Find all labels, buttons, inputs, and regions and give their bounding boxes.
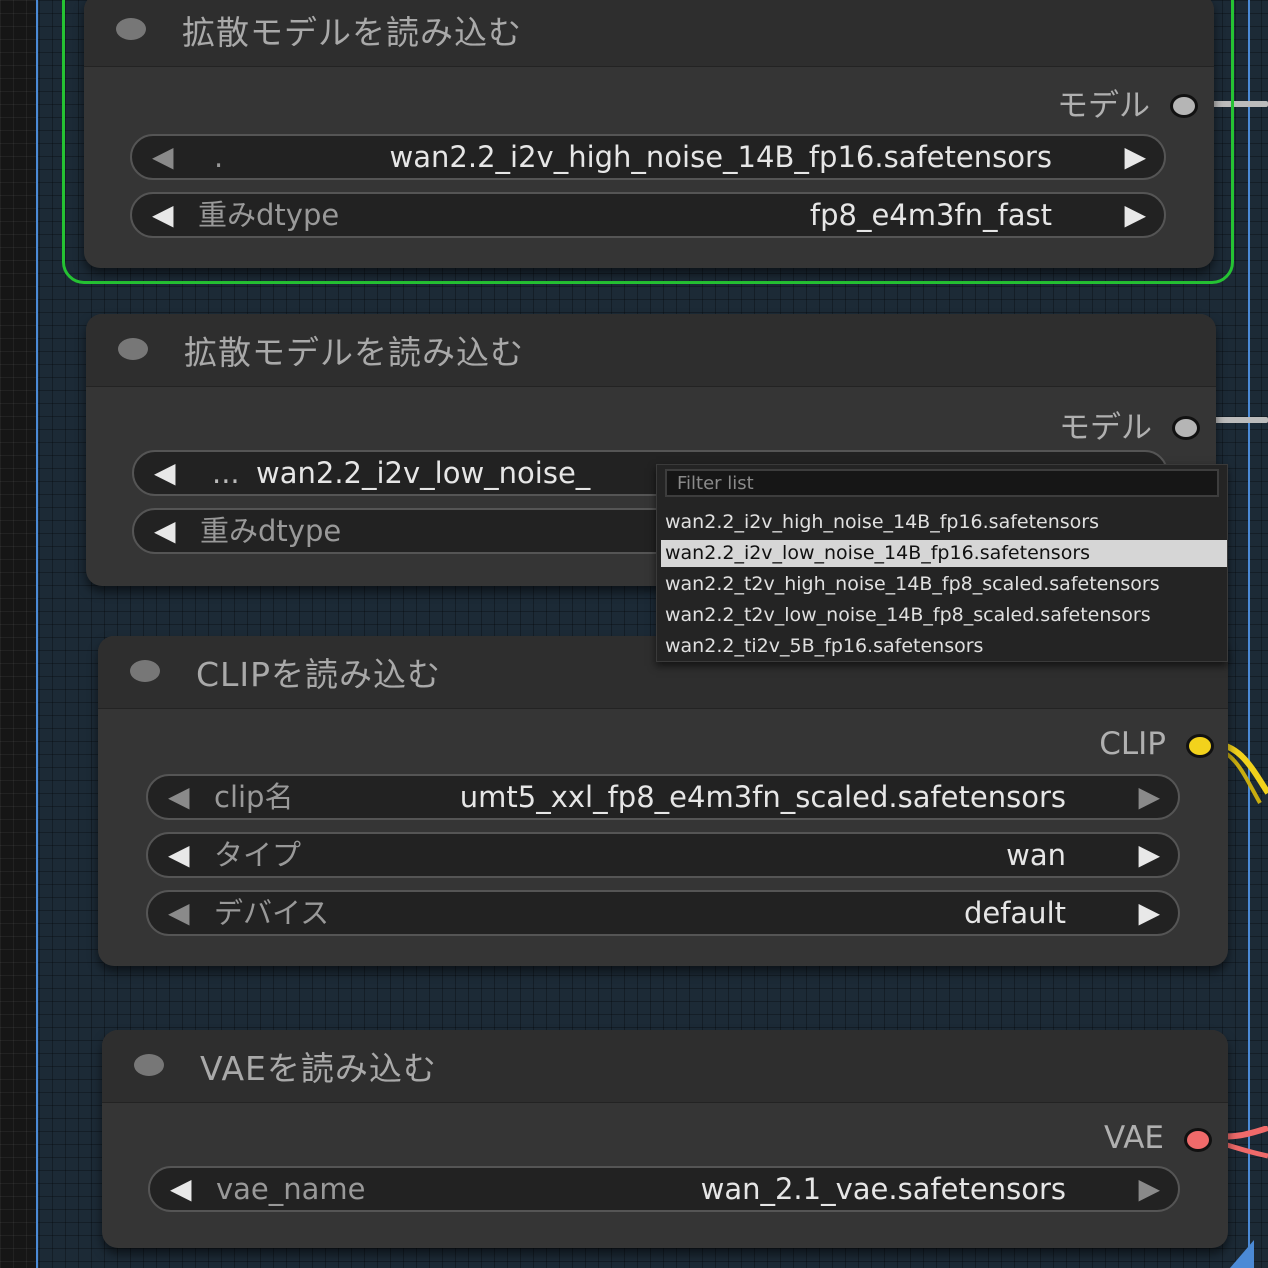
node-title: CLIPを読み込む [196, 655, 442, 694]
node-header[interactable]: VAEを読み込む [102, 1030, 1228, 1103]
dropdown-option-selected[interactable]: wan2.2_i2v_low_noise_14B_fp16.safetensor… [661, 540, 1227, 567]
widget-value: wan [1006, 838, 1066, 872]
node-header[interactable]: 拡散モデルを読み込む [86, 314, 1216, 387]
arrow-right-icon[interactable]: ▶ [1124, 136, 1146, 178]
dropdown-option[interactable]: wan2.2_i2v_high_noise_14B_fp16.safetenso… [661, 509, 1227, 536]
arrow-right-icon[interactable]: ▶ [1138, 834, 1160, 876]
widget-value: wan2.2_i2v_high_noise_14B_fp16.safetenso… [389, 140, 1052, 174]
widget-label: . [214, 140, 224, 174]
collapse-dot-icon[interactable] [130, 660, 160, 682]
group-resize-handle[interactable] [1230, 1240, 1254, 1268]
node-title: 拡散モデルを読み込む [182, 13, 522, 52]
arrow-left-icon[interactable]: ◀ [170, 1168, 192, 1210]
node-title: 拡散モデルを読み込む [184, 333, 524, 372]
output-socket-model[interactable] [1170, 94, 1198, 118]
node-load-diffusion-model-1[interactable]: 拡散モデルを読み込む モデル ◀ . wan2.2_i2v_high_noise… [84, 0, 1214, 268]
collapse-dot-icon[interactable] [118, 338, 148, 360]
widget-value: wan_2.1_vae.safetensors [700, 1172, 1066, 1206]
arrow-left-icon[interactable]: ◀ [152, 194, 174, 236]
arrow-left-icon[interactable]: ◀ [168, 834, 190, 876]
node-header[interactable]: 拡散モデルを読み込む [84, 0, 1214, 67]
group-border-left [36, 0, 38, 1268]
output-label-vae: VAE [1103, 1120, 1164, 1156]
output-socket-vae[interactable] [1184, 1128, 1212, 1152]
collapse-dot-icon[interactable] [116, 18, 146, 40]
widget-model-name[interactable]: ◀ . wan2.2_i2v_high_noise_14B_fp16.safet… [130, 134, 1166, 180]
node-load-vae[interactable]: VAEを読み込む VAE ◀ vae_name wan_2.1_vae.safe… [102, 1030, 1228, 1248]
arrow-right-icon[interactable]: ▶ [1124, 194, 1146, 236]
widget-device[interactable]: ◀ デバイス default ▶ [146, 890, 1180, 936]
node-load-clip[interactable]: CLIPを読み込む CLIP ◀ clip名 umt5_xxl_fp8_e4m3… [98, 636, 1228, 966]
arrow-right-icon[interactable]: ▶ [1138, 892, 1160, 934]
arrow-right-icon[interactable]: ▶ [1138, 776, 1160, 818]
dropdown-option[interactable]: wan2.2_ti2v_5B_fp16.safetensors [661, 633, 1227, 660]
arrow-left-icon[interactable]: ◀ [154, 452, 176, 494]
filter-list-input[interactable] [665, 469, 1219, 497]
arrow-left-icon[interactable]: ◀ [168, 776, 190, 818]
widget-value: fp8_e4m3fn_fast [809, 198, 1052, 232]
group-border-right [1248, 0, 1250, 1268]
widget-label: タイプ [214, 838, 302, 872]
widget-label: デバイス [214, 896, 330, 930]
widget-weight-dtype[interactable]: ◀ 重みdtype fp8_e4m3fn_fast ▶ [130, 192, 1166, 238]
arrow-left-icon[interactable]: ◀ [152, 136, 174, 178]
widget-value: wan2.2_i2v_low_noise_ [256, 456, 591, 490]
widget-label: 重みdtype [200, 514, 342, 548]
widget-label: 重みdtype [198, 198, 340, 232]
output-label-clip: CLIP [1099, 726, 1166, 762]
output-label-model: モデル [1057, 88, 1150, 124]
output-label-model: モデル [1059, 410, 1152, 446]
output-socket-clip[interactable] [1186, 734, 1214, 758]
widget-label: ... [212, 456, 240, 490]
widget-type[interactable]: ◀ タイプ wan ▶ [146, 832, 1180, 878]
canvas-left-area [0, 0, 36, 1268]
widget-label: vae_name [216, 1172, 366, 1206]
widget-label: clip名 [214, 780, 294, 814]
model-dropdown-menu: wan2.2_i2v_high_noise_14B_fp16.safetenso… [656, 464, 1228, 662]
dropdown-option[interactable]: wan2.2_t2v_high_noise_14B_fp8_scaled.saf… [661, 571, 1227, 598]
arrow-left-icon[interactable]: ◀ [168, 892, 190, 934]
arrow-right-icon[interactable]: ▶ [1138, 1168, 1160, 1210]
model-wire-2 [1214, 417, 1268, 423]
arrow-left-icon[interactable]: ◀ [154, 510, 176, 552]
widget-value: umt5_xxl_fp8_e4m3fn_scaled.safetensors [459, 780, 1066, 814]
widget-value: default [963, 896, 1066, 930]
collapse-dot-icon[interactable] [134, 1054, 164, 1076]
widget-vae-name[interactable]: ◀ vae_name wan_2.1_vae.safetensors ▶ [148, 1166, 1180, 1212]
output-socket-model[interactable] [1172, 416, 1200, 440]
node-title: VAEを読み込む [200, 1049, 437, 1088]
dropdown-option[interactable]: wan2.2_t2v_low_noise_14B_fp8_scaled.safe… [661, 602, 1227, 629]
widget-clip-name[interactable]: ◀ clip名 umt5_xxl_fp8_e4m3fn_scaled.safet… [146, 774, 1180, 820]
